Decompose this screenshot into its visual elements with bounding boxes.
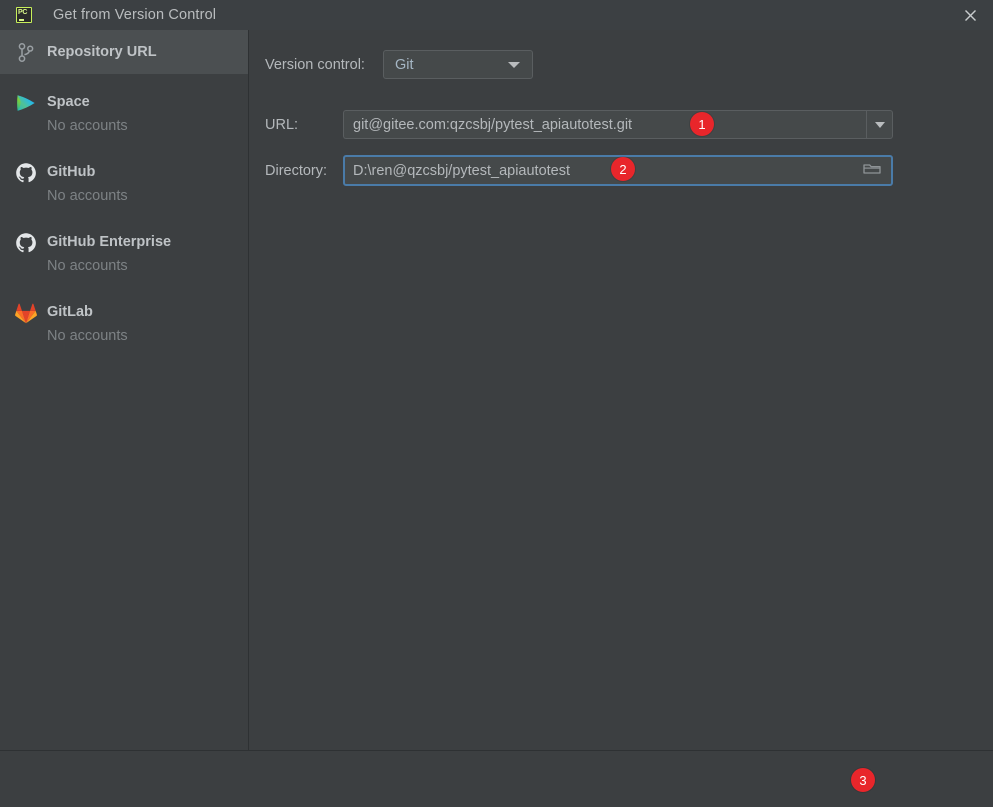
- version-control-label: Version control:: [265, 56, 365, 73]
- sidebar-item-label: GitHub: [47, 164, 96, 180]
- sidebar-item-repository-url[interactable]: Repository URL: [0, 30, 248, 74]
- url-field-group: git@gitee.com:qzcsbj/pytest_apiautotest.…: [343, 110, 893, 139]
- chevron-down-icon: [508, 61, 520, 68]
- annotation-badge-1: 1: [690, 112, 714, 136]
- sidebar-item-gitlab[interactable]: GitLab No accounts: [0, 298, 248, 352]
- sidebar-item-github-enterprise[interactable]: GitHub Enterprise No accounts: [0, 228, 248, 282]
- version-control-select[interactable]: Git: [383, 50, 533, 79]
- annotation-badge-2: 2: [611, 157, 635, 181]
- dialog-footer: Clone Cancel: [0, 751, 993, 807]
- gitlab-icon: [12, 300, 40, 326]
- pycharm-icon: PC: [16, 7, 32, 23]
- jetbrains-space-icon: [12, 90, 40, 116]
- directory-value: D:\ren@qzcsbj/pytest_apiautotest: [353, 162, 571, 179]
- url-row: URL: git@gitee.com:qzcsbj/pytest_apiauto…: [265, 110, 893, 139]
- directory-label: Directory:: [265, 162, 328, 179]
- get-from-version-control-dialog: PC Get from Version Control Repository U…: [0, 0, 993, 807]
- sidebar-item-label: GitHub Enterprise: [47, 234, 172, 250]
- sidebar-item-sublabel: No accounts: [47, 188, 128, 204]
- annotation-badge-3: 3: [851, 768, 875, 792]
- url-input[interactable]: git@gitee.com:qzcsbj/pytest_apiautotest.…: [343, 110, 866, 139]
- github-icon: [12, 160, 40, 186]
- providers-sidebar: Repository URL Space No accounts GitHub …: [0, 30, 249, 750]
- dialog-title: Get from Version Control: [53, 7, 217, 23]
- sidebar-item-label: Space: [47, 94, 90, 110]
- sidebar-item-label: Repository URL: [47, 44, 157, 60]
- github-icon: [12, 230, 40, 256]
- main-panel: Version control: Git URL: git@gitee.com:…: [250, 30, 993, 750]
- url-label: URL:: [265, 116, 299, 133]
- title-bar: PC Get from Version Control: [0, 0, 993, 30]
- sidebar-item-label: GitLab: [47, 304, 93, 320]
- version-control-row: Version control: Git: [265, 50, 533, 79]
- sidebar-item-sublabel: No accounts: [47, 328, 128, 344]
- close-icon[interactable]: [948, 0, 993, 30]
- url-value: git@gitee.com:qzcsbj/pytest_apiautotest.…: [353, 116, 633, 133]
- git-branch-icon: [12, 39, 40, 65]
- version-control-value: Git: [395, 56, 414, 73]
- sidebar-item-sublabel: No accounts: [47, 118, 128, 134]
- sidebar-item-sublabel: No accounts: [47, 258, 128, 274]
- sidebar-item-space[interactable]: Space No accounts: [0, 88, 248, 142]
- sidebar-item-github[interactable]: GitHub No accounts: [0, 158, 248, 212]
- directory-row: Directory: D:\ren@qzcsbj/pytest_apiautot…: [265, 155, 893, 186]
- chevron-down-icon: [874, 121, 885, 128]
- url-history-dropdown-button[interactable]: [866, 110, 893, 139]
- folder-icon[interactable]: [863, 161, 881, 180]
